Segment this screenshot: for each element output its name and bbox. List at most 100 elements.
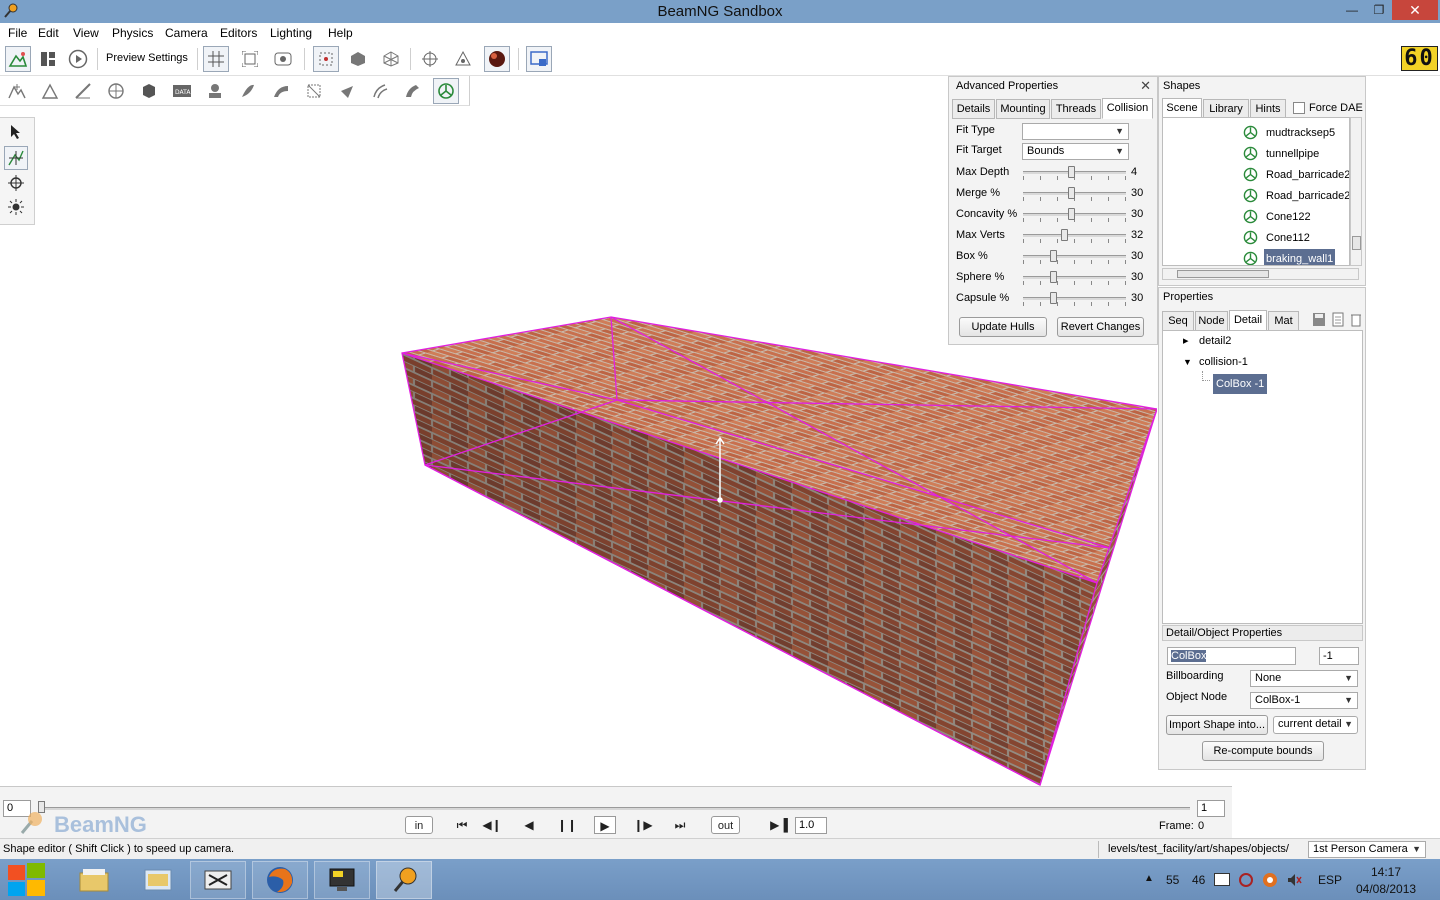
tab-hints[interactable]: Hints [1250,99,1286,119]
menu-edit[interactable]: Edit [38,26,59,40]
taskbar-explorer-icon[interactable] [130,861,186,899]
tab-seq[interactable]: Seq [1162,311,1194,331]
horizontal-scrollbar[interactable] [1162,268,1359,280]
particle-editor-icon[interactable] [334,78,360,104]
tab-threads[interactable]: Threads [1051,99,1101,119]
tray-antivirus-icon[interactable] [1262,872,1278,888]
billboarding-select[interactable]: None ▼ [1250,670,1358,687]
clock-date[interactable]: 04/08/2013 [1356,882,1416,896]
camera-mode-select[interactable]: 1st Person Camera ▼ [1308,841,1426,858]
close-icon[interactable]: ✕ [1140,78,1151,94]
material-editor-icon[interactable] [70,78,96,104]
river-editor-icon[interactable] [367,78,393,104]
pause-icon[interactable]: ❙❙ [557,816,577,834]
preview-settings-button[interactable]: Preview Settings [106,52,188,64]
save-icon[interactable] [1312,312,1326,327]
box-slider[interactable] [1023,250,1126,264]
tree-item-collision[interactable]: collision-1 [1199,353,1248,371]
tab-collision[interactable]: Collision [1102,98,1153,119]
force-dae-checkbox[interactable] [1293,102,1305,114]
tab-detail[interactable]: Detail [1229,310,1267,331]
menu-editors[interactable]: Editors [220,26,257,40]
node-transform-icon[interactable] [417,46,443,72]
recompute-bounds-button[interactable]: Re-compute bounds [1202,741,1324,761]
start-button-icon[interactable] [8,863,46,897]
play-icon[interactable]: ▶ [594,816,616,834]
max-verts-slider[interactable] [1023,229,1126,243]
terrain-painter-icon[interactable] [37,78,63,104]
revert-changes-button[interactable]: Revert Changes [1057,317,1144,337]
current-detail-select[interactable]: current detail ▼ [1273,716,1358,734]
scroll-thumb[interactable] [1177,270,1269,278]
tray-expand-icon[interactable]: ▲ [1144,873,1154,884]
tab-scene[interactable]: Scene [1162,98,1202,119]
menu-help[interactable]: Help [328,26,353,40]
max-depth-slider[interactable] [1023,166,1126,180]
fit-target-select[interactable]: Bounds ▼ [1022,143,1129,160]
speed-field[interactable]: 1.0 [795,817,827,834]
convex-editor-icon[interactable] [301,78,327,104]
skip-start-icon[interactable]: ⏮ [452,816,472,834]
shape-editor-icon[interactable] [433,78,459,104]
camera-view-icon[interactable] [270,46,296,72]
material-sphere-icon[interactable] [484,46,510,72]
step-back-icon[interactable]: ◀❙ [482,816,502,834]
import-shape-button[interactable]: Import Shape into... [1166,715,1268,735]
mesh-road-icon[interactable] [268,78,294,104]
menu-physics[interactable]: Physics [112,26,153,40]
trash-icon[interactable] [1349,312,1363,327]
play-reverse-icon[interactable]: ◀ [519,816,539,834]
forest-editor-icon[interactable] [235,78,261,104]
tab-library[interactable]: Library [1203,99,1249,119]
scroll-thumb[interactable] [1352,236,1361,250]
bounds-icon[interactable] [450,46,476,72]
world-editor-icon[interactable] [5,46,31,72]
tab-mounting[interactable]: Mounting [996,99,1050,119]
taskbar-beamng-icon[interactable] [376,861,432,899]
fit-type-select[interactable]: ▼ [1022,123,1129,140]
decal-editor-icon[interactable] [202,78,228,104]
restore-button[interactable]: ❐ [1366,0,1392,20]
datablock-editor-icon[interactable] [136,78,162,104]
collapse-arrow-icon[interactable]: ▼ [1183,353,1192,371]
skip-end-icon[interactable]: ⏭ [670,816,690,834]
update-hulls-button[interactable]: Update Hulls [959,317,1047,337]
play-game-icon[interactable] [65,46,91,72]
tray-display-icon[interactable] [1214,873,1230,886]
vertical-scrollbar[interactable] [1350,117,1362,266]
tab-mat[interactable]: Mat [1268,311,1299,331]
out-button[interactable]: out [711,816,740,834]
step-forward-icon[interactable]: ❙▶ [633,816,653,834]
taskbar-app-icon[interactable] [190,861,246,899]
timeline-track[interactable] [40,807,1190,810]
terrain-editor-icon[interactable] [4,78,30,104]
taskbar-firefox-icon[interactable] [252,861,308,899]
capsule-slider[interactable] [1023,292,1126,306]
concavity-slider[interactable] [1023,208,1126,222]
menu-view[interactable]: View [73,26,99,40]
language-indicator[interactable]: ESP [1318,873,1342,887]
expand-arrow-icon[interactable]: ▸ [1183,332,1189,350]
tree-item-colbox[interactable]: ColBox -1 [1213,374,1268,394]
tab-node[interactable]: Node [1195,311,1228,331]
tray-volume-icon[interactable] [1286,872,1302,888]
minimize-button[interactable]: — [1338,0,1366,20]
gui-editor-icon[interactable] [35,46,61,72]
clock-time[interactable]: 14:17 [1371,865,1401,879]
sphere-slider[interactable] [1023,271,1126,285]
close-button[interactable]: ✕ [1392,0,1438,20]
size-field[interactable]: -1 [1319,647,1359,665]
grid-icon[interactable] [203,46,229,72]
window-panels-icon[interactable] [526,46,552,72]
tree-item-detail2[interactable]: detail2 [1199,332,1231,350]
menu-file[interactable]: File [8,26,27,40]
tray-network-icon[interactable] [1238,872,1254,888]
end-frame-field[interactable]: 1 [1197,800,1225,817]
menu-camera[interactable]: Camera [165,26,208,40]
name-field[interactable]: ColBox [1167,647,1296,665]
tab-details[interactable]: Details [952,99,995,119]
road-editor-icon[interactable] [400,78,426,104]
taskbar-monitor-icon[interactable] [314,861,370,899]
fit-view-icon[interactable] [237,46,263,72]
in-button[interactable]: in [405,816,433,834]
